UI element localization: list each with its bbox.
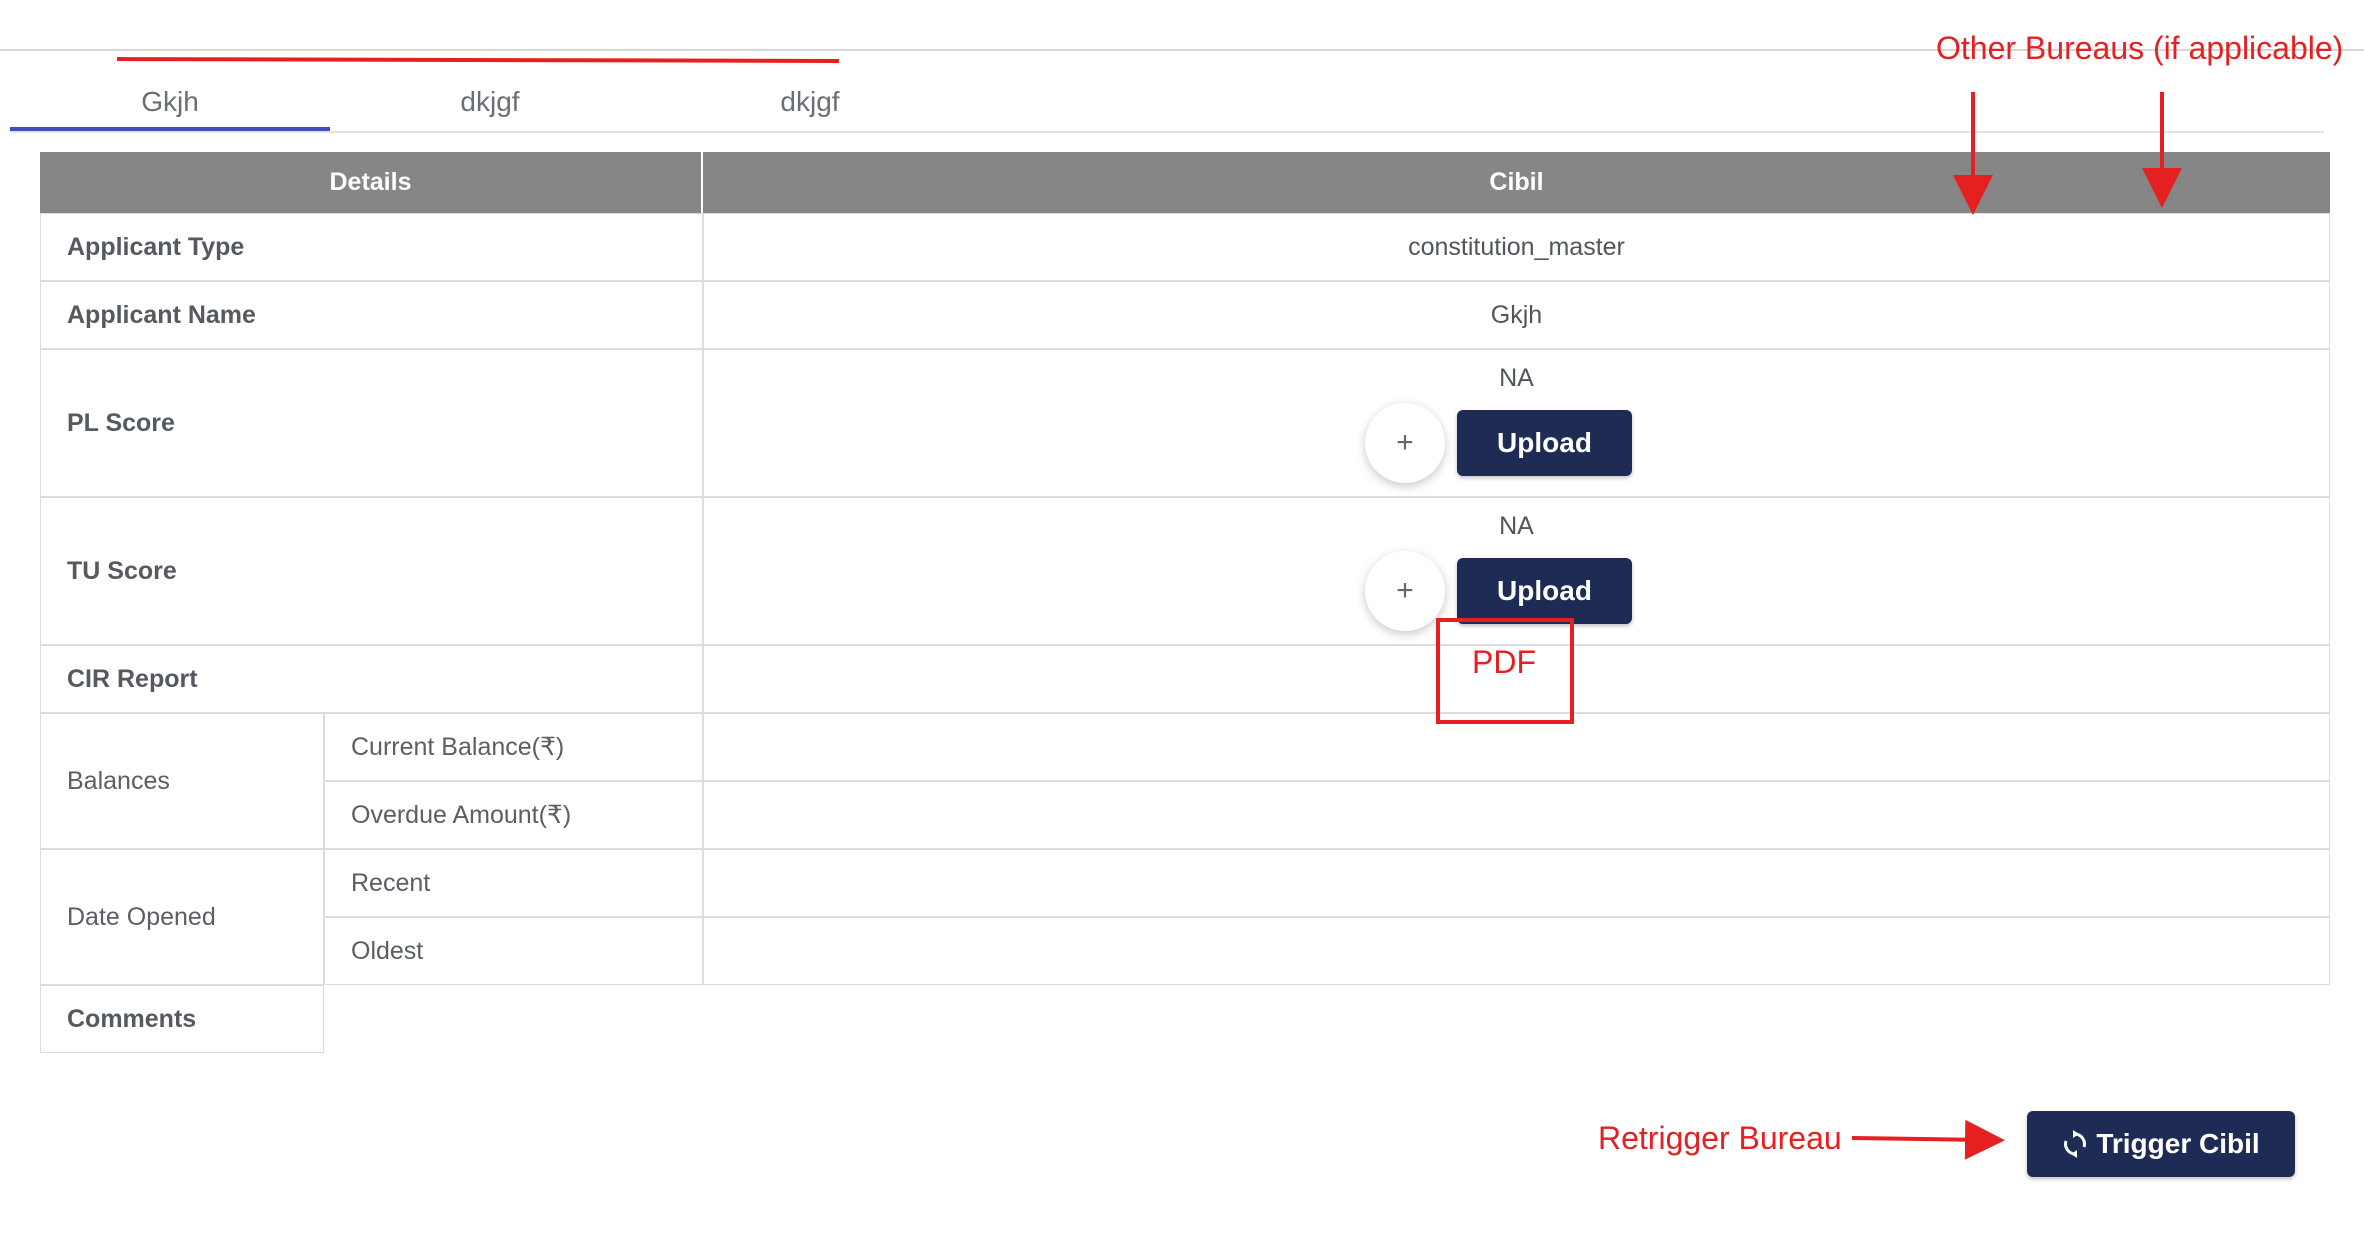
page: Gkjh dkjgf dkjgf Details Cibil Applicant… <box>0 0 2364 1246</box>
trigger-cibil-label: Trigger Cibil <box>2096 1128 2260 1159</box>
arrow-retrigger <box>1851 1119 2005 1160</box>
refresh-icon <box>2064 1130 2087 1158</box>
trigger-cibil-button[interactable]: Trigger Cibil <box>2027 1111 2295 1177</box>
annotation-retrigger-bureau: Retrigger Bureau <box>1598 1120 1842 1156</box>
annotation-pdf-label: PDF <box>1472 644 1536 680</box>
annotation-arrows <box>1851 92 2182 1160</box>
